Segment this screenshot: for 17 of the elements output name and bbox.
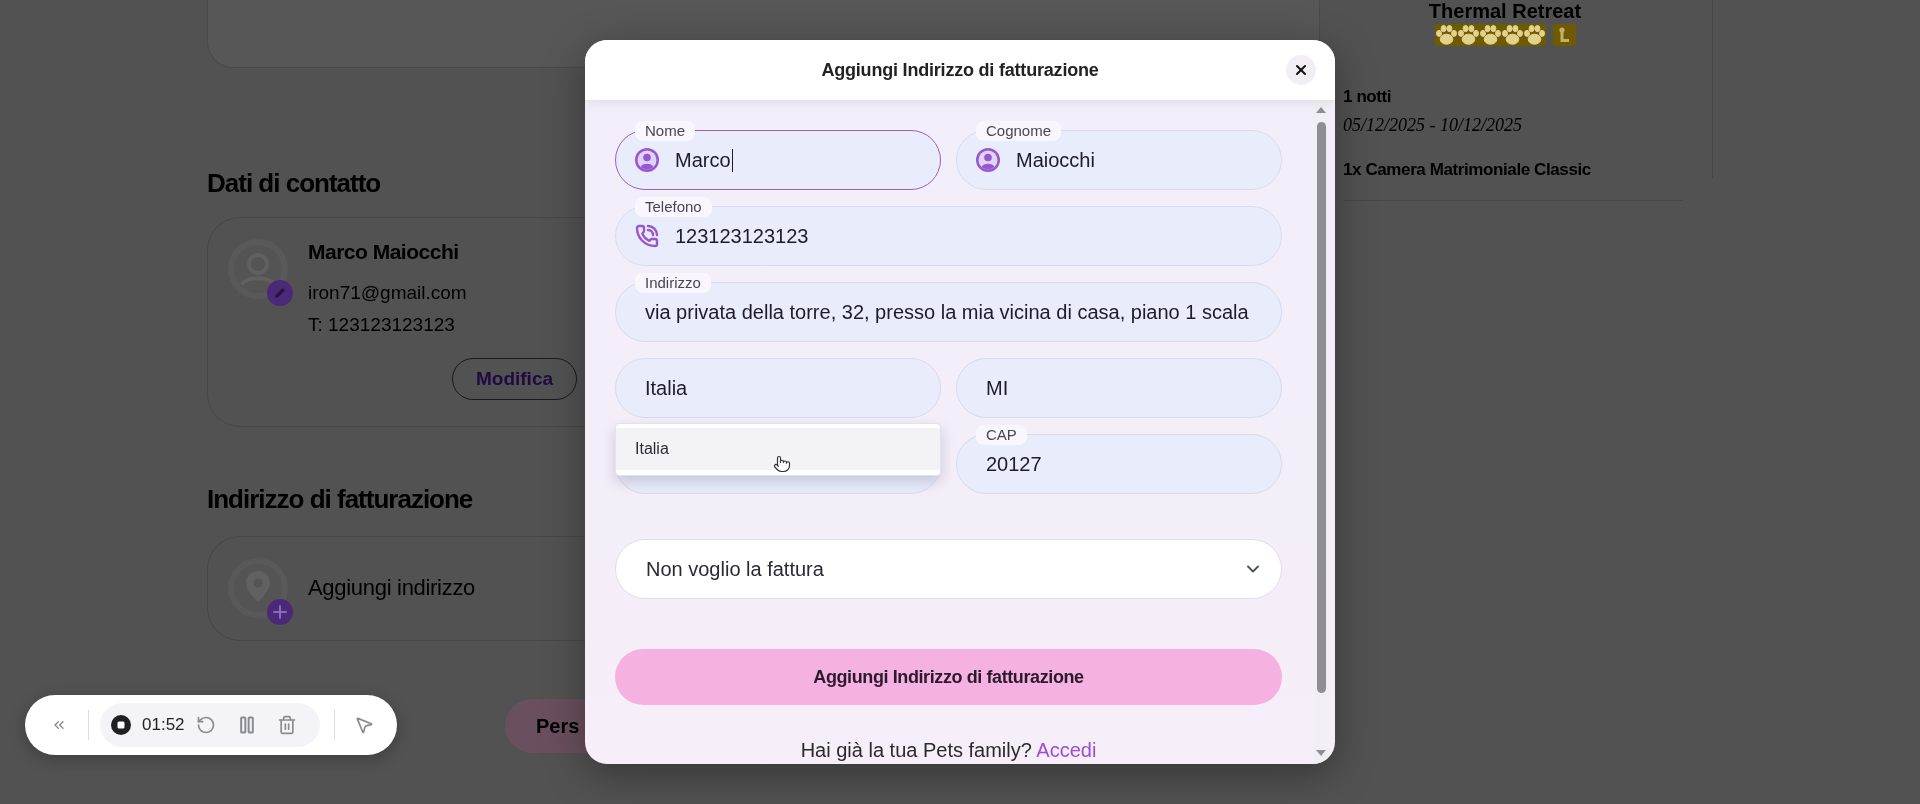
recording-time: 01:52 <box>142 715 186 735</box>
room-text: 1x Camera Matrimoniale Classic <box>1343 159 1591 181</box>
field-label: Indirizzo <box>635 273 711 293</box>
modal-title: Aggiungi Indirizzo di fatturazione <box>821 59 1099 81</box>
field-label: CAP <box>976 425 1027 445</box>
hotel-title: Thermal Retreat <box>1428 0 1582 22</box>
field-label: Cognome <box>976 121 1062 141</box>
contact-email: iron71@gmail.com <box>308 281 467 305</box>
contact-name: Marco Maiocchi <box>308 239 459 265</box>
section-heading: Dati di contatto <box>207 167 381 199</box>
field-label: Telefono <box>635 197 712 217</box>
date-range: 05/12/2025 - 10/12/2025 <box>1343 114 1522 136</box>
contact-phone: T: 123123123123 <box>308 313 455 337</box>
login-prompt: Hai già la tua Pets family? Accedi <box>799 738 1098 762</box>
section-heading: Indirizzo di fatturazione <box>207 483 473 515</box>
field-label: Nome <box>635 121 695 141</box>
nights-text: 1 notti <box>1343 86 1392 108</box>
